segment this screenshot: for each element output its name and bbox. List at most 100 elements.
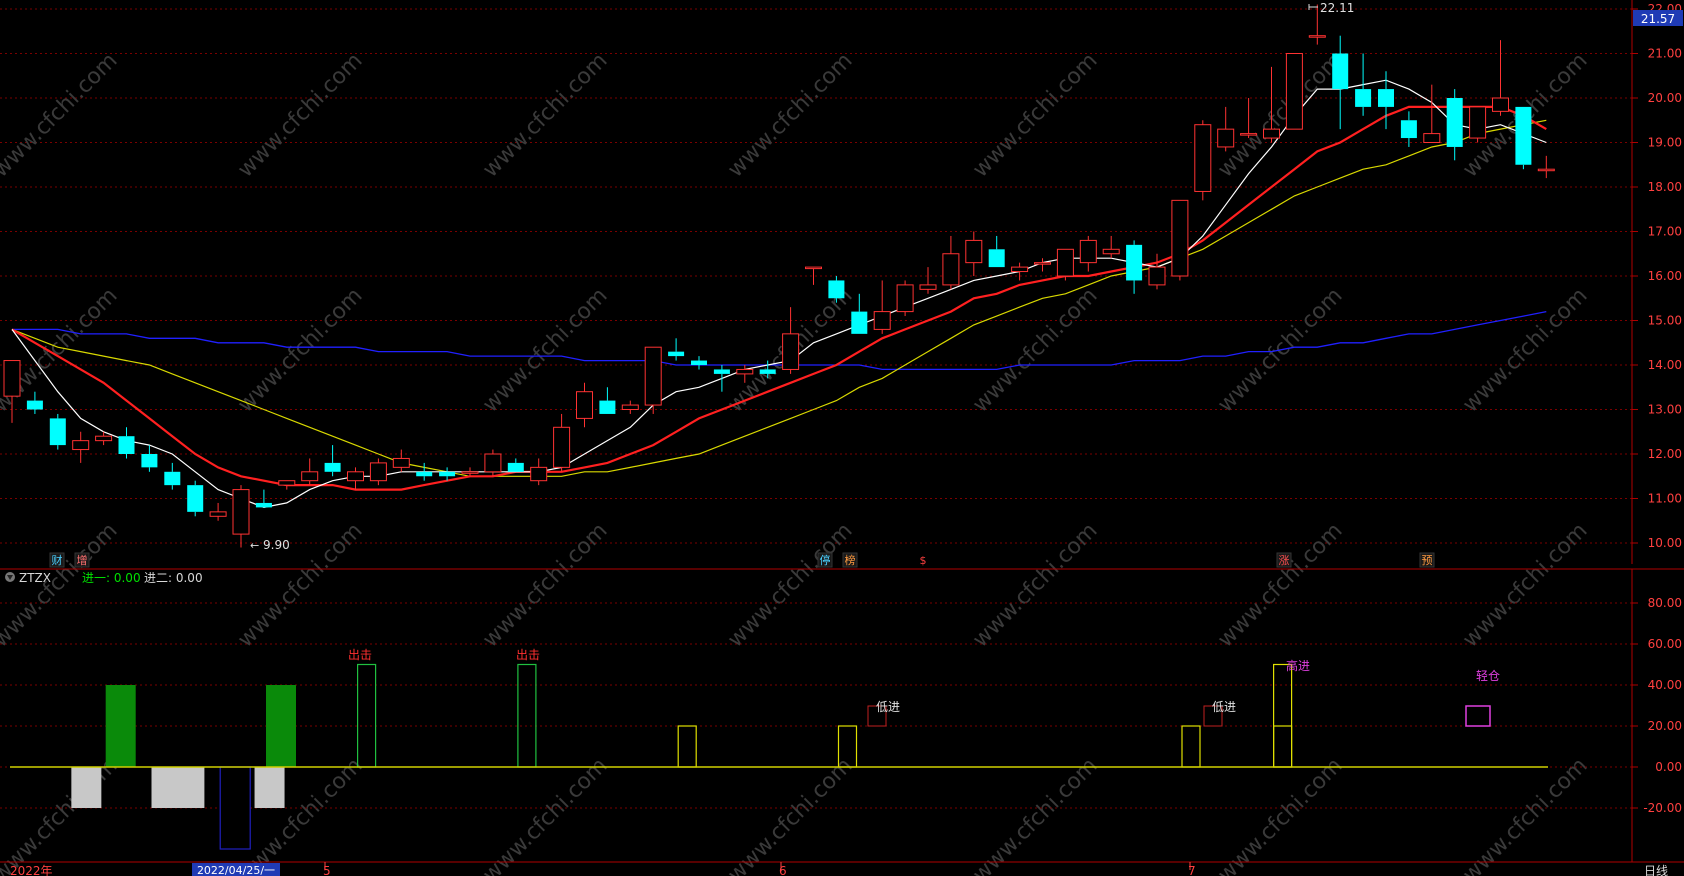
candle-body-down <box>1400 120 1417 139</box>
candle[interactable] <box>347 467 364 490</box>
period-label[interactable]: 日线 <box>1644 864 1668 876</box>
candle-body-up <box>1102 248 1120 255</box>
candle-body-up <box>347 471 364 482</box>
watermark-text: www.cfchi.com <box>968 518 1102 652</box>
watermark-text: www.cfchi.com <box>723 48 857 182</box>
candle[interactable] <box>1446 89 1463 161</box>
candle-body-up <box>369 462 387 482</box>
event-tag-zeng[interactable]: 增 <box>77 553 88 567</box>
candle[interactable] <box>1515 106 1532 170</box>
candle[interactable] <box>530 458 548 486</box>
candle[interactable] <box>141 445 158 472</box>
candle[interactable] <box>576 382 593 428</box>
price-tick-label: 21.00 <box>1648 47 1682 61</box>
candle[interactable] <box>942 235 960 290</box>
event-tag-cai[interactable]: 财 <box>52 553 63 567</box>
candle[interactable] <box>988 235 1005 268</box>
candle[interactable] <box>621 400 639 414</box>
indicator-name[interactable]: ZTZX <box>19 571 51 585</box>
candle[interactable] <box>1056 248 1074 281</box>
event-tag-yu[interactable]: 预 <box>1422 554 1433 567</box>
indicator-bar <box>357 663 377 768</box>
current-price-label: 21.57 <box>1641 12 1675 26</box>
event-tag-bang[interactable]: 榜 <box>845 553 856 567</box>
candle[interactable] <box>1332 35 1349 130</box>
candle[interactable] <box>1378 71 1394 130</box>
time-label-june: 6 <box>779 864 787 876</box>
candle[interactable] <box>553 413 571 472</box>
candle[interactable] <box>805 266 822 285</box>
candle[interactable] <box>392 449 410 472</box>
candle[interactable] <box>324 445 341 477</box>
candle[interactable] <box>416 462 433 481</box>
candle[interactable] <box>1537 155 1555 179</box>
event-tag-zhang[interactable]: 涨 <box>1279 554 1290 567</box>
candle[interactable] <box>187 480 204 517</box>
candle[interactable] <box>919 267 937 294</box>
candle[interactable] <box>1492 40 1509 116</box>
candle[interactable] <box>873 280 891 334</box>
candle[interactable] <box>118 427 135 459</box>
candle[interactable] <box>1469 106 1487 143</box>
candle-body-down <box>118 436 135 454</box>
candle[interactable] <box>1285 53 1303 130</box>
price-tick-label: 14.00 <box>1648 358 1682 372</box>
stock-chart-window[interactable]: www.cfchi.com www.cfchi.com www.cfchi.com w… <box>0 0 1684 876</box>
candle[interactable] <box>1217 106 1235 152</box>
candle-body-up <box>896 284 914 313</box>
candle[interactable] <box>164 462 181 490</box>
candle[interactable] <box>1079 235 1097 272</box>
event-tag-ting[interactable]: 停 <box>820 553 831 567</box>
indicator-bar <box>71 767 102 808</box>
indicator-bar <box>105 685 136 767</box>
candle[interactable] <box>691 356 707 370</box>
candle[interactable] <box>26 391 43 414</box>
candle[interactable] <box>1102 235 1120 259</box>
candle[interactable] <box>1194 120 1212 201</box>
candle[interactable] <box>965 231 983 277</box>
candle[interactable] <box>1355 53 1372 116</box>
candle[interactable] <box>232 485 250 548</box>
indicator-tick-label: 20.00 <box>1648 719 1682 733</box>
candle[interactable] <box>713 365 730 392</box>
candle[interactable] <box>1400 111 1417 147</box>
candle[interactable] <box>1148 253 1166 290</box>
price-tick-label: 19.00 <box>1648 136 1682 150</box>
candle[interactable] <box>1171 199 1189 281</box>
indicator-tick-label: 60.00 <box>1648 637 1682 651</box>
candle[interactable] <box>255 489 272 508</box>
candle[interactable] <box>1423 84 1441 144</box>
candle[interactable] <box>644 346 662 414</box>
candle-body-up <box>576 391 593 419</box>
event-tag-dollar[interactable]: $ <box>920 554 927 567</box>
candle-body-up <box>1217 128 1235 148</box>
candle[interactable] <box>484 449 502 477</box>
candle-body-up <box>392 457 410 468</box>
indicator-bar <box>254 767 285 808</box>
watermark-text: www.cfchi.com <box>1213 518 1347 652</box>
candle[interactable] <box>507 458 524 472</box>
candle-body-up <box>1079 239 1097 264</box>
candle[interactable] <box>1126 240 1143 294</box>
watermark-text: www.cfchi.com <box>1213 48 1347 182</box>
candle[interactable] <box>72 431 90 463</box>
candle[interactable] <box>599 387 616 414</box>
indicator-bar <box>219 766 251 850</box>
indicator-bar <box>677 725 697 768</box>
candle[interactable] <box>278 480 296 490</box>
candle[interactable] <box>49 413 66 450</box>
candle[interactable] <box>301 458 319 486</box>
candle[interactable] <box>668 338 685 361</box>
candle[interactable] <box>896 280 914 317</box>
candle[interactable] <box>782 307 800 374</box>
candle-body-up <box>805 266 822 270</box>
watermark-text: www.cfchi.com <box>723 753 857 876</box>
candle[interactable] <box>209 502 227 521</box>
candle-body-down <box>324 462 341 472</box>
time-axis[interactable]: 2022年 2022/04/25/一 5 6 7 日线 <box>10 862 1668 876</box>
price-tick-label: 16.00 <box>1648 269 1682 283</box>
candle[interactable] <box>369 458 387 486</box>
watermark-text: www.cfchi.com <box>478 48 612 182</box>
candle-body-up <box>1148 266 1166 286</box>
candle[interactable] <box>1011 262 1029 281</box>
